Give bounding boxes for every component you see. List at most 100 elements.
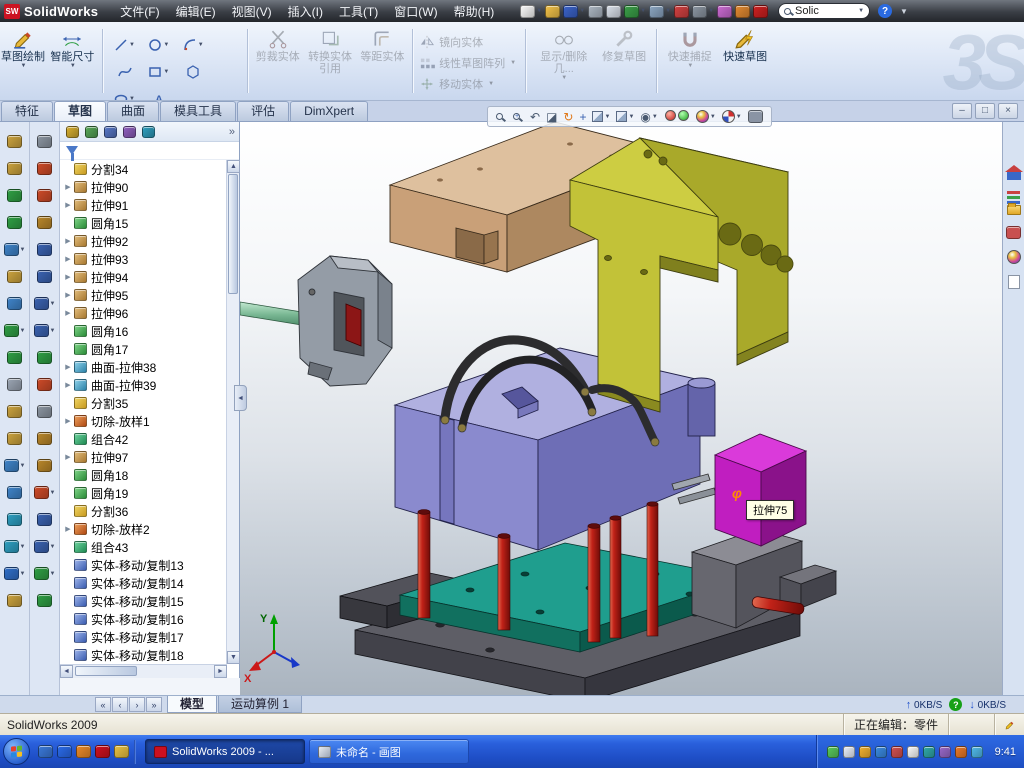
sketch-pattern-button[interactable]: ▼ (30, 533, 60, 560)
instant3d-button[interactable] (0, 587, 30, 614)
linear-pattern-button[interactable]: ▼ (0, 452, 30, 479)
print-button[interactable] (588, 2, 603, 20)
dropdown-icon[interactable]: ▼ (20, 544, 26, 550)
circle-button[interactable]: ▼ (30, 290, 60, 317)
tree-item-9[interactable]: ▶拉伸96 (60, 304, 227, 322)
part-side-block[interactable]: φ (715, 434, 806, 546)
tray-icon-7-button[interactable] (923, 746, 935, 758)
tree-item-10[interactable]: 圆角16 (60, 322, 227, 340)
graphics-viewport[interactable]: φ Y X (240, 122, 1002, 695)
curves-button[interactable]: ▼ (0, 560, 30, 587)
tray-icon-3-button[interactable] (859, 746, 871, 758)
save-button[interactable]: ▼ (563, 2, 585, 20)
scroll-down-icon[interactable]: ▼ (227, 651, 240, 664)
command-tab-2[interactable]: 草图 (54, 101, 106, 121)
sheet-tab-2[interactable]: 运动算例 1 (218, 696, 302, 713)
circle-tool-button[interactable]: ▼ (143, 31, 174, 58)
tree-item-1[interactable]: 分割34 (60, 160, 227, 178)
undo-button[interactable]: ▼ (624, 2, 646, 20)
tree-item-22[interactable]: 组合43 (60, 538, 227, 556)
part-mold-body[interactable] (395, 348, 716, 550)
tray-icon-4-button[interactable] (875, 746, 887, 758)
tree-item-25[interactable]: 实体-移动/复制15 (60, 592, 227, 610)
record-button[interactable] (753, 2, 768, 20)
dropdown-icon[interactable]: ▼ (50, 544, 56, 550)
help-icon[interactable]: ? (878, 4, 892, 18)
panel-overflow-icon[interactable]: » (229, 126, 235, 138)
dropdown-icon[interactable]: ▼ (604, 114, 610, 120)
redo-button[interactable]: ▼ (649, 2, 671, 20)
scroll-left-icon[interactable]: ◄ (60, 665, 73, 678)
expand-icon[interactable]: ▶ (63, 417, 73, 425)
dropdown-icon[interactable]: ▼ (50, 490, 56, 496)
design-library-tab[interactable] (1007, 191, 1020, 194)
expand-icon[interactable]: ▶ (63, 453, 73, 461)
dropdown-icon[interactable]: ▼ (50, 571, 56, 577)
doc-restore-button[interactable]: □ (975, 103, 995, 119)
dropdown-icon[interactable]: ▼ (536, 8, 542, 14)
solidworks-resources-tab[interactable] (1007, 166, 1021, 180)
expand-icon[interactable]: ▶ (63, 525, 73, 533)
swept-boss-button[interactable] (0, 182, 30, 209)
rectangle-button[interactable] (30, 263, 60, 290)
menu-item-7[interactable]: 帮助(H) (446, 0, 503, 23)
tray-icon-2-button[interactable] (843, 746, 855, 758)
tree-item-8[interactable]: ▶拉伸95 (60, 286, 227, 304)
tree-item-13[interactable]: ▶曲面-拉伸39 (60, 376, 227, 394)
tray-icon-1-button[interactable] (827, 746, 839, 758)
menu-item-2[interactable]: 编辑(E) (168, 0, 224, 23)
tree-item-21[interactable]: ▶切除-放样2 (60, 520, 227, 538)
rapid-sketch-button[interactable]: 快速草图 (719, 25, 771, 97)
property-manager-icon[interactable] (85, 126, 98, 138)
print-preview-button[interactable] (606, 2, 621, 20)
tree-item-11[interactable]: 圆角17 (60, 340, 227, 358)
hide-show-items-button[interactable]: ◉▼ (638, 107, 659, 126)
repair-sketch-button[interactable]: 修复草图 (598, 25, 650, 97)
expand-icon[interactable]: ▶ (63, 201, 73, 209)
trim-entities-button[interactable]: 剪裁实体 (255, 25, 301, 97)
open-button[interactable] (545, 2, 560, 20)
tree-item-7[interactable]: ▶拉伸94 (60, 268, 227, 286)
tree-item-5[interactable]: ▶拉伸92 (60, 232, 227, 250)
linear-sketch-pattern-button[interactable]: 线性草图阵列 ▼ (419, 52, 519, 73)
tree-item-15[interactable]: ▶切除-放样1 (60, 412, 227, 430)
tree-item-12[interactable]: ▶曲面-拉伸38 (60, 358, 227, 376)
tree-item-18[interactable]: 圆角18 (60, 466, 227, 484)
offset-entities-button[interactable] (30, 452, 60, 479)
3d-sketch-button[interactable] (30, 182, 60, 209)
part-slide-unit[interactable] (298, 256, 392, 386)
extruded-cut-button[interactable]: ▼ (0, 236, 30, 263)
offset-entities-button[interactable]: 等距实体 (359, 25, 405, 97)
dropdown-icon[interactable]: ▼ (652, 114, 658, 120)
search-dropdown-icon[interactable]: ▼ (858, 8, 864, 14)
nav-first-icon[interactable]: « (95, 697, 111, 712)
tree-item-24[interactable]: 实体-移动/复制14 (60, 574, 227, 592)
spline-button[interactable] (30, 344, 60, 371)
toolbox-button[interactable] (735, 2, 750, 20)
display-manager-icon[interactable] (142, 126, 155, 138)
view-orientation-button[interactable]: ▼ (590, 107, 612, 126)
menu-item-4[interactable]: 插入(I) (280, 0, 331, 23)
smart-dimension-button[interactable] (30, 209, 60, 236)
fillet-button[interactable]: ▼ (0, 317, 30, 344)
dropdown-icon[interactable]: ▼ (20, 328, 26, 334)
tree-item-19[interactable]: 圆角19 (60, 484, 227, 502)
tree-horizontal-scrollbar[interactable]: ◄ ► (60, 664, 227, 678)
file-explorer-tab[interactable] (1007, 205, 1021, 215)
doc-minimize-button[interactable]: – (952, 103, 972, 119)
smart-dimension-button[interactable]: 智能尺寸 ▼ (49, 25, 95, 97)
rib-button[interactable] (0, 371, 30, 398)
search-input[interactable]: Solic (795, 5, 857, 17)
realview-button[interactable] (662, 107, 692, 126)
smart-dimension-dropdown-icon[interactable]: ▼ (70, 63, 76, 69)
command-tab-1[interactable]: 特征 (1, 101, 53, 121)
nav-prev-icon[interactable]: ‹ (112, 697, 128, 712)
command-tab-5[interactable]: 评估 (237, 101, 289, 121)
select-button[interactable] (30, 128, 60, 155)
point-button[interactable] (30, 371, 60, 398)
help-bubble-icon[interactable]: ? (949, 698, 962, 711)
command-tab-4[interactable]: 模具工具 (160, 101, 236, 121)
camera-views-button[interactable] (746, 107, 765, 126)
menu-item-5[interactable]: 工具(T) (331, 0, 386, 23)
dimxpert-manager-icon[interactable] (123, 126, 136, 138)
